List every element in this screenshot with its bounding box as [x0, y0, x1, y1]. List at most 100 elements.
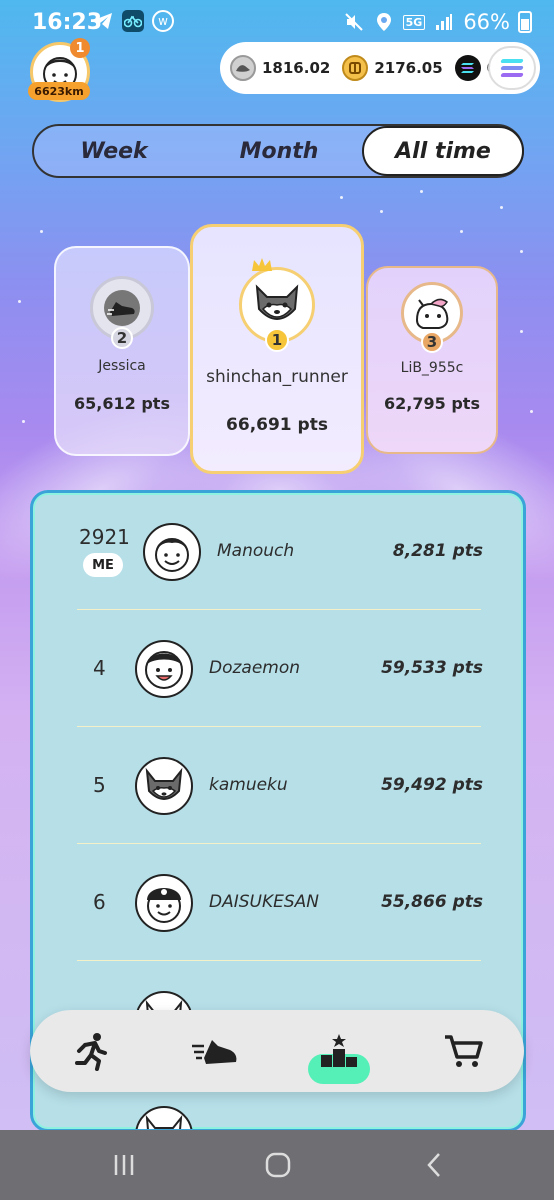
- avatar: [135, 640, 193, 698]
- sparkle: [520, 250, 523, 253]
- avatar: [135, 874, 193, 932]
- tab-week[interactable]: Week: [34, 126, 194, 176]
- sparkle: [18, 300, 21, 303]
- podium-first[interactable]: 1 shinchan_runner 66,691 pts: [190, 224, 364, 474]
- my-rank-row[interactable]: 2921 ME Manouch 8,281 pts: [33, 493, 523, 609]
- nav-shop[interactable]: [428, 1028, 498, 1074]
- nav-leaderboard[interactable]: [304, 1028, 374, 1084]
- battery-percent: 66%: [463, 10, 510, 34]
- solana-menu-icon: [500, 56, 524, 80]
- table-row[interactable]: 4 Dozaemon 59,533 pts: [33, 610, 523, 726]
- back-button[interactable]: [414, 1148, 454, 1182]
- network-5g-icon: 5G: [402, 11, 426, 33]
- tab-all-time[interactable]: All time: [362, 126, 524, 176]
- back-icon: [427, 1153, 440, 1177]
- telegram-icon: [92, 10, 114, 32]
- table-row[interactable]: 6 DAISUKESAN 55,866 pts: [33, 844, 523, 960]
- sneaker-icon: [192, 1040, 237, 1064]
- gst-coin-icon: [230, 55, 256, 81]
- sparkle: [460, 230, 463, 233]
- w-app-icon: w: [152, 10, 174, 32]
- sparkle: [380, 210, 383, 213]
- my-username: Manouch: [217, 541, 295, 561]
- podium-second[interactable]: 2 Jessica 65,612 pts: [54, 246, 190, 456]
- sparkle: [40, 230, 43, 233]
- home-button[interactable]: [258, 1148, 298, 1182]
- points: 59,533 pts: [381, 658, 483, 678]
- username: Dozaemon: [209, 658, 301, 678]
- gmt-coin-icon: [342, 55, 369, 81]
- cart-icon: [445, 1035, 483, 1067]
- rank-medal-1: 1: [265, 328, 289, 352]
- tab-month[interactable]: Month: [194, 126, 364, 176]
- podium-icon: [321, 1034, 357, 1067]
- avatar: [143, 523, 201, 581]
- gmt-value: 2176.05: [374, 59, 443, 77]
- gmt-balance[interactable]: 2176.05: [342, 55, 443, 81]
- status-system-icons: 5G 66%: [343, 10, 532, 34]
- me-badge: ME: [83, 553, 123, 577]
- rank-number: 5: [93, 773, 106, 797]
- my-rank-number: 2921: [79, 525, 130, 549]
- sparkle: [420, 190, 423, 193]
- bottom-nav: [30, 1010, 524, 1092]
- podium-second-name: Jessica: [98, 358, 146, 374]
- gst-balance[interactable]: 1816.02: [230, 55, 330, 81]
- recent-apps-icon: [114, 1155, 134, 1175]
- home-icon: [265, 1152, 291, 1178]
- sparkle: [520, 330, 523, 333]
- podium-first-points: 66,691 pts: [226, 415, 328, 435]
- shiba-avatar-icon: [145, 767, 183, 800]
- wallet-menu-button[interactable]: [488, 46, 536, 90]
- my-points: 8,281 pts: [392, 541, 483, 561]
- crown-icon: [251, 257, 273, 277]
- distance-badge: 6623km: [28, 82, 90, 100]
- period-tabs: Week Month All time: [32, 124, 524, 178]
- podium-third-name: LiB_955c: [400, 360, 464, 376]
- mute-icon: [343, 11, 365, 33]
- cat-avatar-icon: [145, 1114, 183, 1129]
- bike-app-icon: [122, 10, 144, 32]
- boy-avatar-icon: [155, 538, 189, 572]
- sparkle: [500, 206, 503, 209]
- podium-third[interactable]: 3 LiB_955c 62,795 pts: [366, 266, 498, 454]
- run-icon: [75, 1033, 107, 1071]
- gst-value: 1816.02: [262, 59, 331, 77]
- podium-second-points: 65,612 pts: [74, 394, 170, 413]
- podium-second-avatar: 2: [90, 276, 154, 349]
- points: 59,492 pts: [381, 775, 483, 795]
- username: DAISUKESAN: [209, 892, 319, 912]
- round-face-avatar-icon: [145, 651, 183, 689]
- network-label: 5G: [402, 14, 426, 30]
- podium-first-name: shinchan_runner: [206, 367, 348, 387]
- rank-number: 6: [93, 890, 106, 914]
- avatar: [135, 757, 193, 815]
- signal-icon: [433, 11, 455, 33]
- sparkle: [340, 196, 343, 199]
- podium-third-points: 62,795 pts: [384, 394, 480, 413]
- sparkle: [22, 420, 25, 423]
- rank-medal-2: 2: [111, 327, 133, 349]
- system-navigation-bar: [0, 1130, 554, 1200]
- recent-apps-button[interactable]: [104, 1148, 144, 1182]
- sparkle: [530, 410, 533, 413]
- nav-run[interactable]: [56, 1028, 126, 1074]
- rank-medal-3: 3: [421, 331, 443, 353]
- points: 55,866 pts: [381, 892, 483, 912]
- notification-badge: 1: [70, 38, 90, 58]
- nav-sneakers[interactable]: [180, 1028, 250, 1074]
- podium-third-avatar: 3: [401, 282, 463, 353]
- table-row[interactable]: 5 kamueku 59,492 pts: [33, 727, 523, 843]
- status-notification-icons: w: [92, 10, 174, 32]
- battery-icon: [518, 11, 532, 33]
- sol-coin-icon: [454, 55, 481, 81]
- cap-boy-avatar-icon: [147, 888, 181, 923]
- unicorn-avatar-icon: [415, 298, 449, 329]
- sneaker-avatar-icon: [104, 290, 140, 326]
- username: kamueku: [209, 775, 288, 795]
- avatar: [135, 1106, 193, 1129]
- location-icon: [373, 11, 395, 33]
- podium-first-avatar: 1: [239, 267, 315, 352]
- currency-bar: 1816.02 2176.05 0: [220, 42, 540, 94]
- rank-number: 4: [93, 656, 106, 680]
